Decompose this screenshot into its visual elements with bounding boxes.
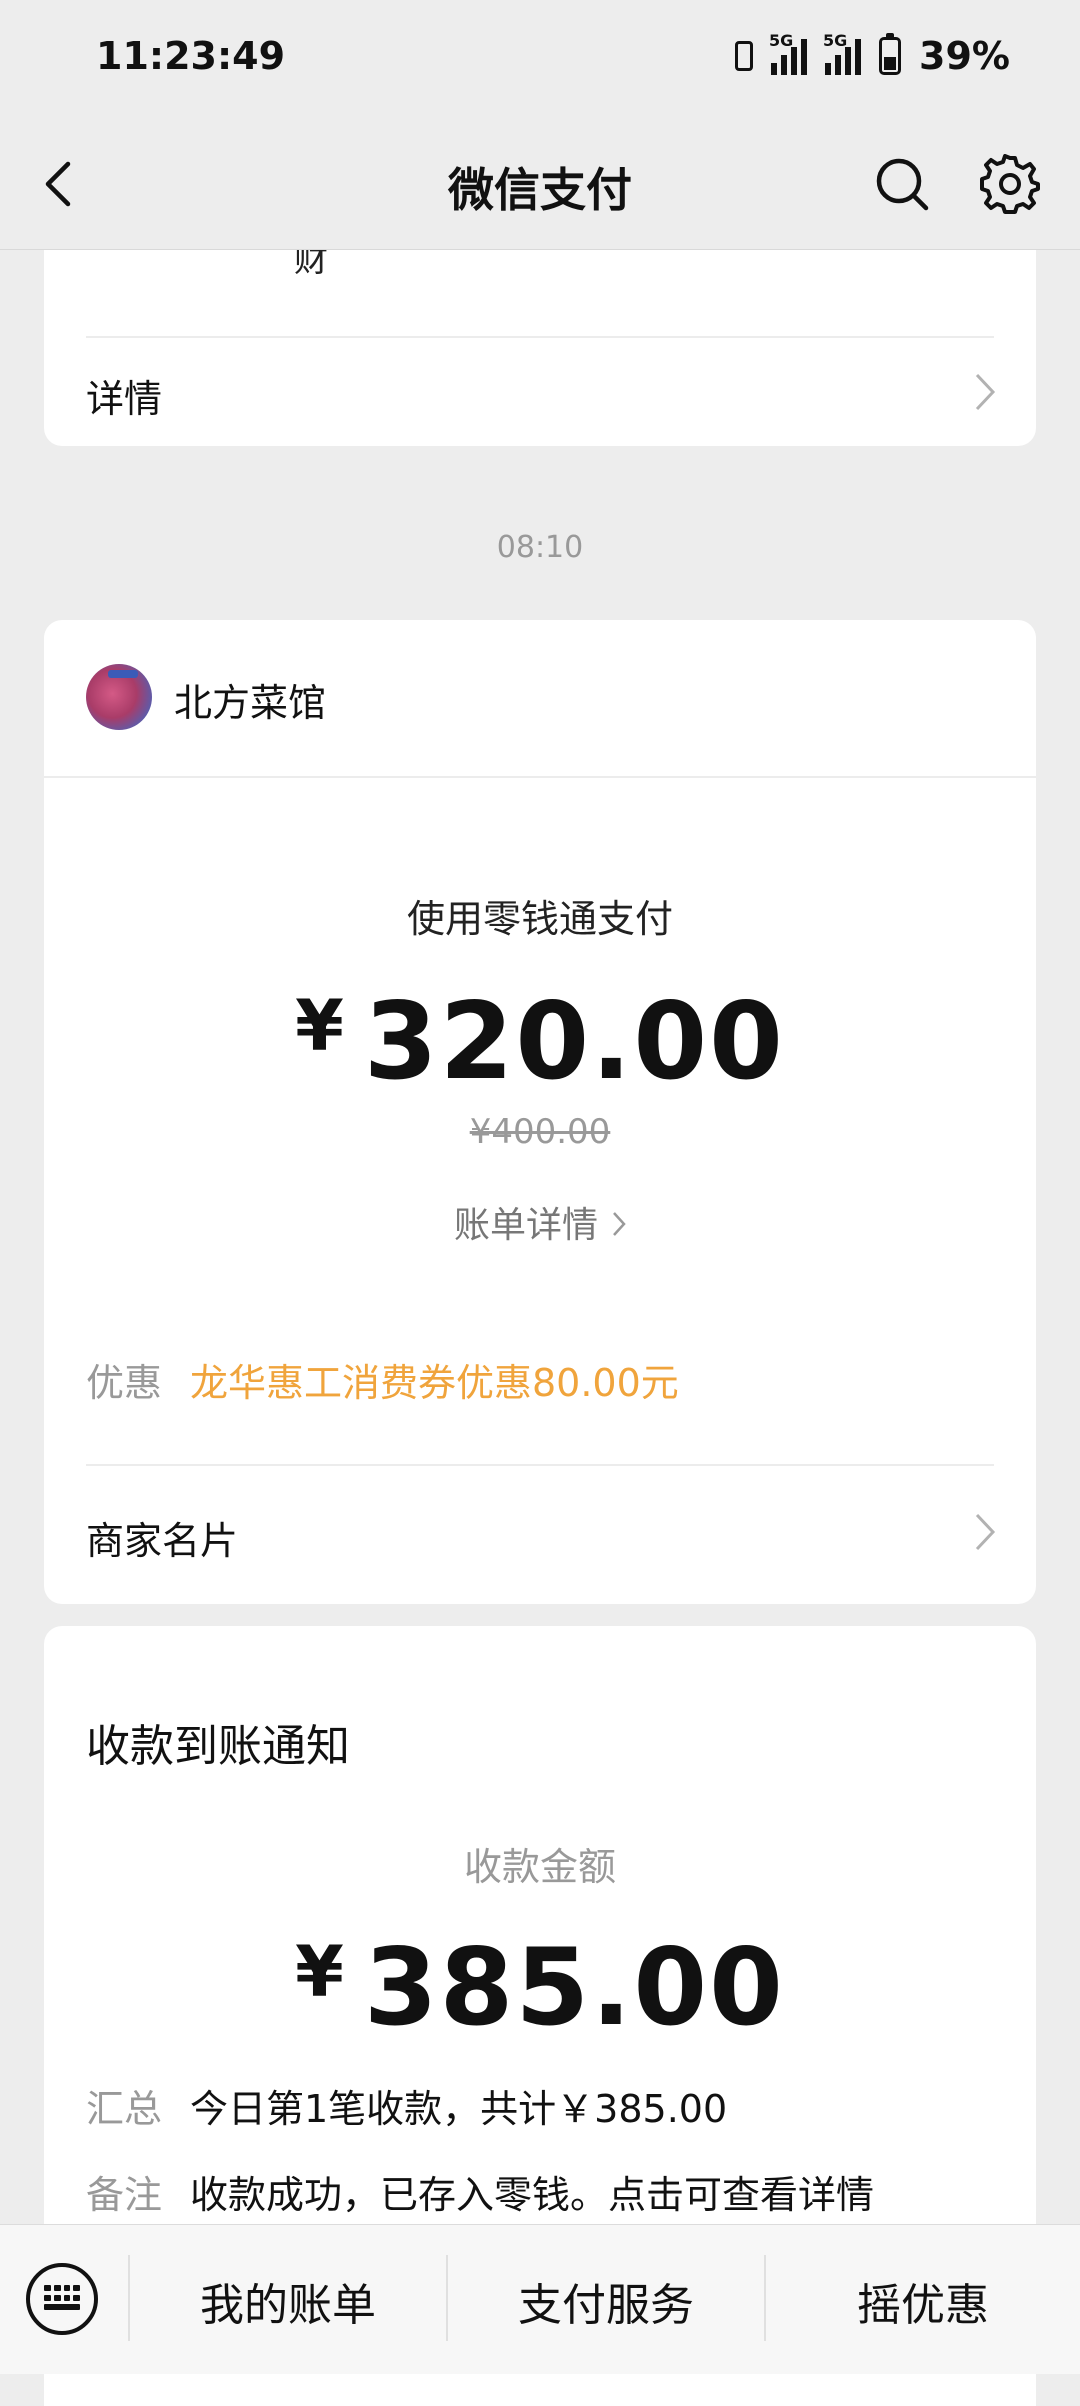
merchant-name: 北方菜馆	[174, 681, 327, 725]
bill-detail-link[interactable]: 账单详情	[44, 1196, 1036, 1248]
summary-value: 今日第1笔收款，共计￥385.00	[190, 2087, 728, 2131]
search-icon[interactable]	[874, 156, 930, 212]
received-amount: ¥385.00	[44, 1926, 1036, 2049]
bill-detail-label: 账单详情	[453, 1205, 598, 1246]
vibrate-icon	[735, 41, 754, 71]
signal-icon-2: 5G	[823, 31, 862, 75]
details-row[interactable]: 详情	[44, 338, 1036, 446]
menu-shake-discount[interactable]: 摇优惠	[766, 2269, 1080, 2333]
note-label: 备注	[86, 2173, 163, 2217]
battery-icon	[879, 33, 902, 75]
discount-label: 优惠	[86, 1361, 163, 1405]
battery-percent: 39%	[919, 34, 1010, 78]
merchant-avatar	[86, 664, 152, 730]
network-type-1: 5G	[769, 31, 794, 50]
note-value: 收款成功，已存入零钱。点击可查看详情	[190, 2173, 875, 2217]
payment-amount: ¥320.00	[44, 980, 1036, 1103]
keyboard-icon[interactable]	[26, 2263, 98, 2335]
chevron-right-icon	[975, 373, 996, 411]
bottom-menu-bar: 我的账单 支付服务 摇优惠	[0, 2224, 1080, 2374]
divider	[86, 1464, 994, 1466]
original-amount: ¥400.00	[469, 1112, 611, 1152]
merchant-card-row[interactable]: 商家名片	[44, 1470, 1036, 1600]
received-amount-label: 收款金额	[463, 1845, 616, 1889]
chevron-right-icon	[975, 1513, 996, 1551]
currency-symbol: ¥	[295, 1931, 346, 2013]
menu-payment-services[interactable]: 支付服务	[448, 2269, 764, 2333]
divider	[44, 776, 1036, 778]
nav-bar: 微信支付	[0, 118, 1080, 250]
discount-value: 龙华惠工消费券优惠80.00元	[190, 1361, 679, 1405]
message-timestamp: 08:10	[496, 530, 584, 565]
merchant-card-label: 商家名片	[86, 1519, 239, 1563]
chevron-right-icon	[613, 1212, 626, 1236]
status-icons: 5G 5G 39%	[735, 31, 1010, 78]
payment-card[interactable]: 北方菜馆 使用零钱通支付 ¥320.00 ¥400.00 账单详情 优惠 龙华惠…	[44, 620, 1036, 1604]
notification-title: 收款到账通知	[86, 1721, 350, 1772]
pay-method-text: 使用零钱通支付	[406, 897, 673, 941]
received-amount-value: 385.00	[363, 1926, 785, 2049]
signal-icon-1: 5G	[769, 31, 808, 75]
summary-label: 汇总	[86, 2087, 163, 2131]
network-type-2: 5G	[823, 31, 848, 50]
status-bar: 11:23:49 5G 5G 39%	[0, 0, 1080, 118]
details-label: 详情	[86, 377, 163, 421]
currency-symbol: ¥	[295, 985, 346, 1067]
settings-gear-icon[interactable]	[980, 154, 1040, 214]
status-time: 11:23:49	[96, 34, 286, 78]
payment-amount-value: 320.00	[363, 980, 785, 1103]
menu-my-bills[interactable]: 我的账单	[130, 2269, 446, 2333]
